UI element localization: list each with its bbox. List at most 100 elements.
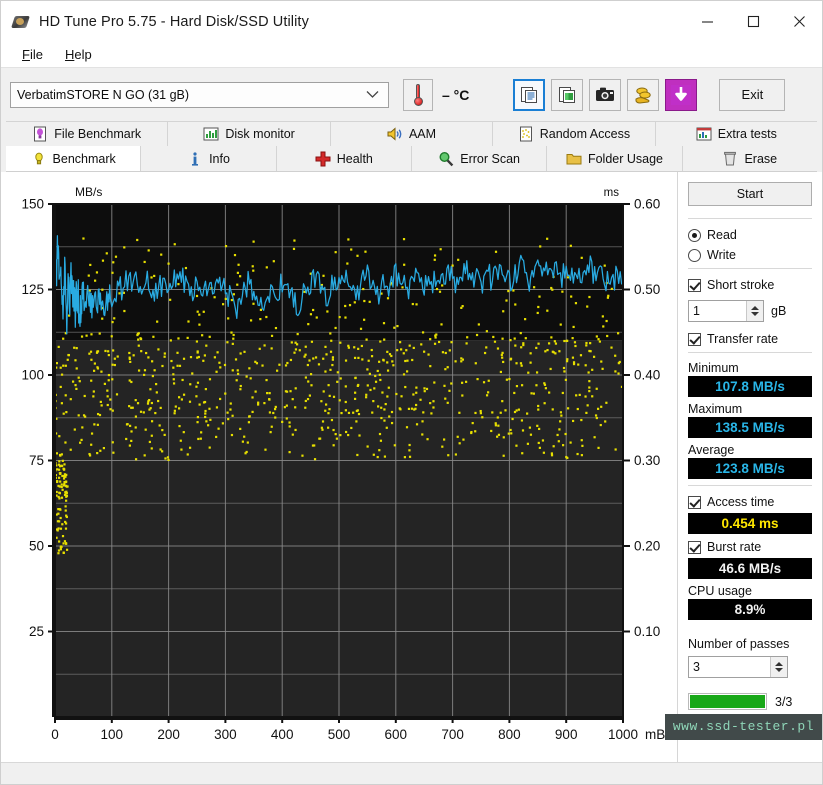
svg-text:ms: ms [604,187,620,199]
tab-info[interactable]: Info [141,146,277,171]
pass-progress-fill [690,695,765,708]
stepper-arrows-icon[interactable] [746,301,763,321]
tab-folder-usage[interactable]: Folder Usage [547,146,683,171]
pass-progress-bar [688,693,767,710]
tab-label: Folder Usage [587,151,663,166]
checkbox-burst-rate[interactable]: Burst rate [688,537,812,557]
maximize-icon[interactable] [730,1,776,42]
short-stroke-unit: gB [771,304,787,318]
checkbox-transfer-rate[interactable]: Transfer rate [688,329,812,349]
tab-random-access[interactable]: Random Access [493,121,656,146]
temperature-display: – °C [403,78,470,111]
tab-bar: File Benchmark Disk monitor AAM Random A… [1,121,822,172]
svg-text:900: 900 [555,727,578,742]
svg-text:700: 700 [441,727,464,742]
passes-value: 3 [693,660,700,674]
svg-text:0.20: 0.20 [634,539,660,554]
tab-error-scan[interactable]: Error Scan [411,146,548,171]
divider [688,352,812,353]
divider [688,485,812,486]
copy-image-button[interactable] [551,78,584,111]
tab-disk-monitor[interactable]: Disk monitor [168,121,331,146]
thermometer-button[interactable] [403,78,433,111]
maximum-value: 138.5 MB/s [688,417,812,438]
hand-coins-icon [635,87,651,104]
watermark: www.ssd-tester.pl [664,714,822,740]
radio-write[interactable]: Write [688,245,812,265]
drive-select[interactable]: VerbatimSTORE N GO (31 gB) [10,81,389,108]
start-button[interactable]: Start [688,182,812,206]
drive-select-value: VerbatimSTORE N GO (31 gB) [17,87,190,102]
passes-stepper[interactable]: 3 [688,656,788,678]
menu-file[interactable]: File [11,45,54,64]
window-title: HD Tune Pro 5.75 - Hard Disk/SSD Utility [39,13,309,30]
magnifier-icon [438,151,454,167]
tab-label: Info [209,151,230,166]
tab-label: Disk monitor [225,127,295,141]
svg-text:800: 800 [498,727,521,742]
camera-icon [596,87,615,101]
short-stroke-size-row: 1 gB [688,300,812,322]
temperature-value: – °C [442,86,470,103]
minimum-value: 107.8 MB/s [688,376,812,397]
tab-file-benchmark[interactable]: File Benchmark [6,121,169,146]
radio-read[interactable]: Read [688,225,812,245]
scatter-icon [518,126,534,142]
cpu-usage-value: 8.9% [688,599,812,620]
close-icon[interactable] [776,1,822,42]
screenshot-button[interactable] [589,78,622,111]
access-time-value: 0.454 ms [688,513,812,534]
checkbox-short-stroke-indicator [688,278,701,292]
toolbar-buttons [513,78,698,111]
tab-row-top: File Benchmark Disk monitor AAM Random A… [6,121,818,146]
tab-erase[interactable]: Erase [682,146,817,171]
minimize-icon[interactable] [684,1,730,42]
maximum-label: Maximum [688,402,743,416]
checkbox-access-time-indicator [688,495,701,509]
divider [688,268,812,269]
trash-icon [722,151,738,167]
tab-label: AAM [408,127,437,141]
chart-canvas: MB/s ms 25 50 75 100 125 150 0.10 0.20 0.30 0.40 0.5… [21,185,665,742]
toolbar: VerbatimSTORE N GO (31 gB) – °C Exit [1,68,822,121]
svg-text:0.40: 0.40 [634,368,660,383]
benchmark-options-panel: Start Read Write Short stroke 1 gB Trans… [677,172,822,762]
tab-aam[interactable]: AAM [330,121,494,146]
radio-read-indicator [688,228,701,242]
svg-text:0: 0 [51,727,59,742]
exit-label: Exit [741,87,764,102]
tab-label: Benchmark [52,151,116,166]
checkbox-short-stroke[interactable]: Short stroke [688,275,812,295]
tab-health[interactable]: Health [276,146,412,171]
bulb-icon [31,151,47,167]
svg-text:0.30: 0.30 [634,453,660,468]
copy-text-button[interactable] [513,78,546,111]
tab-extra-tests[interactable]: Extra tests [655,121,818,146]
short-stroke-stepper[interactable]: 1 [688,300,764,322]
svg-text:200: 200 [157,727,180,742]
menu-help[interactable]: Help [54,45,103,64]
checkbox-access-time[interactable]: Access time [688,492,812,512]
svg-text:400: 400 [271,727,294,742]
content-area: MB/s ms 25 50 75 100 125 150 0.10 0.20 0.30 0.40 0.5… [1,172,822,762]
stepper-arrows-icon[interactable] [770,657,787,677]
passes-row: 3 [688,656,812,678]
tab-label: Error Scan [460,151,521,166]
tab-label: Health [336,151,373,166]
svg-text:mB: mB [645,727,665,742]
radio-write-indicator [688,248,701,262]
menu-bar: File Help [1,42,822,68]
checkbox-burst-rate-label: Burst rate [707,540,762,554]
short-stroke-value: 1 [693,304,700,318]
checkbox-transfer-rate-indicator [688,332,701,346]
copy-image-icon [558,87,575,103]
svg-text:150: 150 [21,197,44,212]
checkbox-transfer-rate-label: Transfer rate [707,332,779,346]
hand-coins-button[interactable] [627,78,660,111]
svg-text:300: 300 [214,727,237,742]
download-button[interactable] [665,78,698,111]
tab-benchmark[interactable]: Benchmark [6,146,142,171]
svg-text:600: 600 [385,727,408,742]
hard-disk-icon [11,13,30,31]
exit-button[interactable]: Exit [719,78,786,111]
